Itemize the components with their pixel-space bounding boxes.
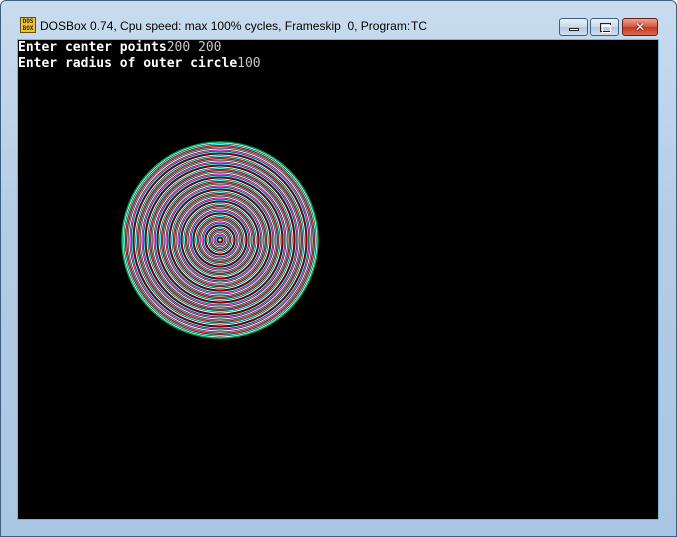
minimize-button[interactable] (559, 18, 588, 36)
window-title: DOSBox 0.74, Cpu speed: max 100% cycles,… (40, 19, 411, 33)
minimize-icon (569, 28, 579, 31)
center-prompt: Enter center points (18, 40, 167, 55)
dos-screen[interactable]: Enter center points200 200 Enter radius … (17, 39, 659, 520)
dosbox-icon[interactable]: DOS BOX (20, 17, 36, 33)
radius-input-value: 100 (237, 56, 261, 71)
concentric-circles-svg (121, 141, 319, 339)
maximize-button[interactable] (590, 18, 619, 36)
console-line-center: Enter center points200 200 (18, 40, 222, 56)
console-line-radius: Enter radius of outer circle100 (18, 56, 261, 72)
maximize-icon (600, 23, 611, 33)
dosbox-window: DOS BOX DOSBox 0.74, Cpu speed: max 100%… (0, 0, 677, 537)
center-input-value: 200 200 (166, 40, 222, 55)
concentric-circles-drawing (120, 140, 320, 340)
program-name: TC (411, 19, 427, 33)
title-bar[interactable]: DOS BOX DOSBox 0.74, Cpu speed: max 100%… (1, 1, 676, 37)
close-icon: ✕ (634, 20, 646, 34)
close-button[interactable]: ✕ (622, 18, 658, 36)
radius-prompt: Enter radius of outer circle (18, 56, 238, 71)
